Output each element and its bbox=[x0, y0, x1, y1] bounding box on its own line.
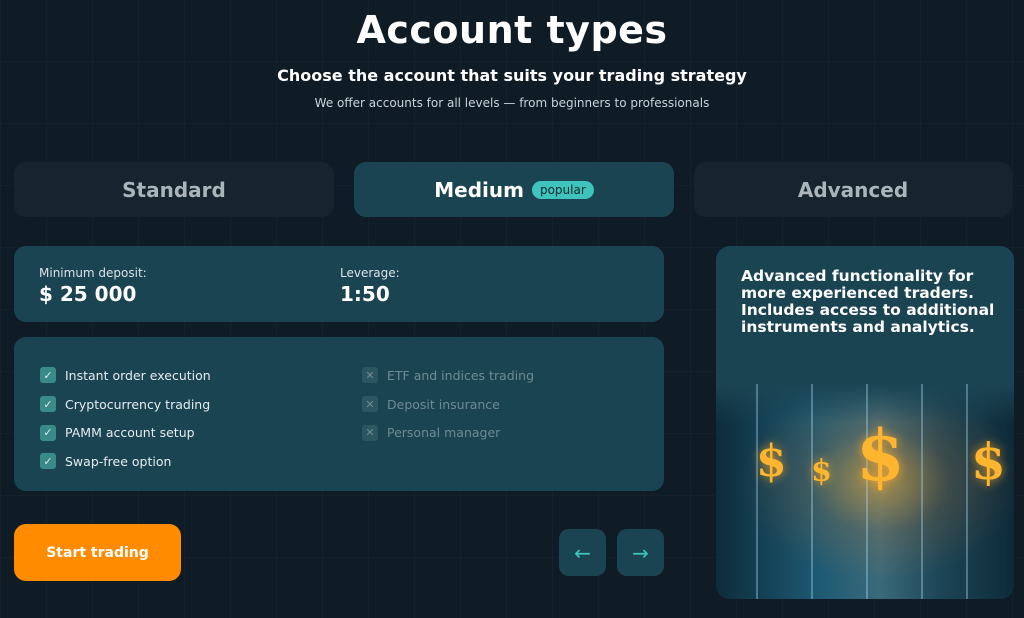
feature-item: ✓ PAMM account setup bbox=[40, 418, 211, 447]
feature-label: Swap-free option bbox=[65, 453, 172, 469]
feature-label: PAMM account setup bbox=[65, 425, 195, 441]
check-icon: ✓ bbox=[40, 453, 56, 470]
tab-advanced[interactable]: Advanced bbox=[694, 162, 1012, 217]
tab-medium[interactable]: Medium popular bbox=[354, 162, 674, 217]
dollar-icon: $ bbox=[811, 454, 832, 489]
light-pillar bbox=[966, 384, 968, 599]
feature-label: ETF and indices trading bbox=[387, 367, 535, 383]
feature-item: ✓ Instant order execution bbox=[40, 361, 211, 390]
feature-label: Instant order execution bbox=[65, 367, 211, 383]
features-panel: ✓ Instant order execution ✓ Cryptocurren… bbox=[14, 337, 664, 491]
dollar-icon: $ bbox=[971, 432, 1006, 491]
included-features-list: ✓ Instant order execution ✓ Cryptocurren… bbox=[40, 361, 211, 476]
popular-badge: popular bbox=[531, 180, 594, 199]
feature-label: Cryptocurrency trading bbox=[65, 396, 211, 412]
tab-medium-label: Medium bbox=[434, 177, 524, 202]
advanced-info-card: Advanced functionality for more experien… bbox=[716, 246, 1014, 599]
feature-label: Deposit insurance bbox=[387, 396, 500, 412]
deposit-info: Minimum deposit: $ 25 000 bbox=[39, 266, 147, 306]
feature-label: Personal manager bbox=[387, 425, 501, 441]
light-pillar bbox=[756, 384, 758, 599]
leverage-label: Leverage: bbox=[340, 266, 400, 280]
feature-item-disabled: ✕ Personal manager bbox=[362, 418, 534, 447]
cross-icon: ✕ bbox=[362, 396, 378, 413]
leverage-info: Leverage: 1:50 bbox=[340, 266, 400, 306]
tab-standard-label: Standard bbox=[122, 177, 226, 202]
light-pillar bbox=[921, 384, 923, 599]
arrow-right-icon: → bbox=[632, 540, 649, 565]
feature-item-disabled: ✕ ETF and indices trading bbox=[362, 361, 534, 390]
arrow-left-icon: ← bbox=[574, 540, 591, 565]
start-trading-button[interactable]: Start trading bbox=[14, 524, 181, 581]
page-title: Account types bbox=[356, 8, 668, 52]
page-description: We offer accounts for all levels — from … bbox=[314, 96, 710, 110]
feature-item: ✓ Cryptocurrency trading bbox=[40, 390, 211, 419]
prev-arrow-button[interactable]: ← bbox=[559, 529, 606, 576]
feature-item: ✓ Swap-free option bbox=[40, 447, 211, 476]
account-summary-panel: Minimum deposit: $ 25 000 Leverage: 1:50 bbox=[14, 246, 664, 322]
cross-icon: ✕ bbox=[362, 424, 378, 441]
deposit-value: $ 25 000 bbox=[39, 282, 137, 306]
dollar-signs-image: $ $ $ $ bbox=[716, 384, 1014, 599]
light-pillar bbox=[811, 384, 813, 599]
check-icon: ✓ bbox=[40, 396, 56, 413]
check-icon: ✓ bbox=[40, 424, 56, 441]
next-arrow-button[interactable]: → bbox=[617, 529, 664, 576]
check-icon: ✓ bbox=[40, 367, 56, 384]
excluded-features-list: ✕ ETF and indices trading ✕ Deposit insu… bbox=[362, 361, 534, 447]
tab-advanced-label: Advanced bbox=[797, 177, 909, 202]
dollar-icon: $ bbox=[856, 414, 905, 497]
advanced-card-text: Advanced functionality for more experien… bbox=[741, 267, 995, 337]
cross-icon: ✕ bbox=[362, 367, 378, 384]
dollar-icon: $ bbox=[756, 436, 787, 487]
tab-standard[interactable]: Standard bbox=[14, 162, 334, 217]
page-subtitle: Choose the account that suits your tradi… bbox=[277, 66, 747, 85]
deposit-label: Minimum deposit: bbox=[39, 266, 147, 280]
feature-item-disabled: ✕ Deposit insurance bbox=[362, 390, 534, 419]
leverage-value: 1:50 bbox=[340, 282, 390, 306]
